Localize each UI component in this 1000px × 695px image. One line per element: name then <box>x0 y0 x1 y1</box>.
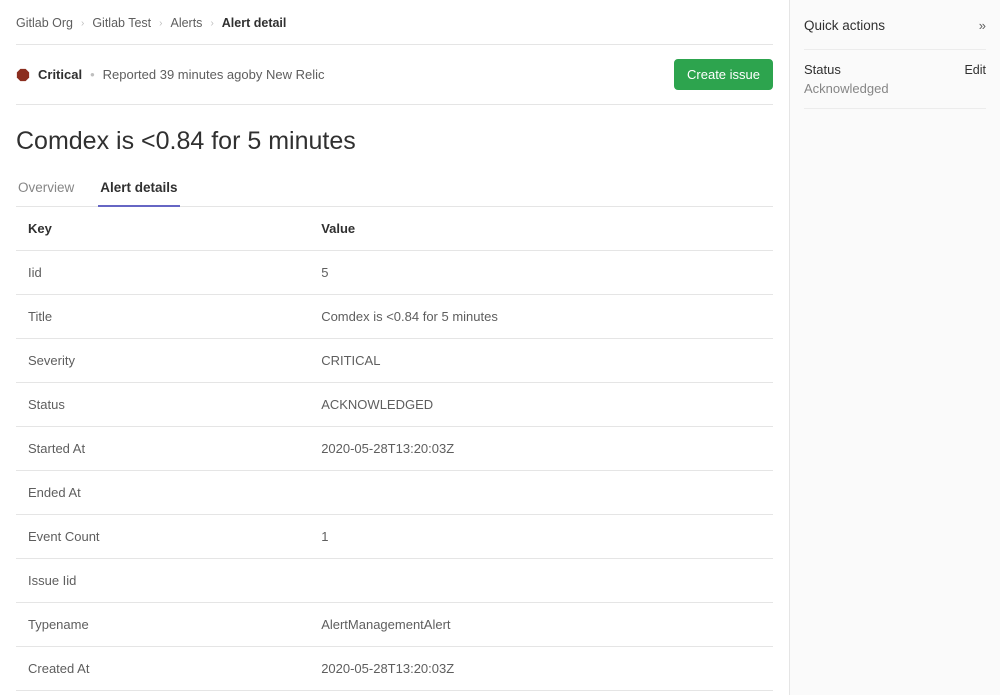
table-header: Key Value <box>16 207 773 251</box>
details-table: Key Value Iid5TitleComdex is <0.84 for 5… <box>16 207 773 695</box>
alert-meta: Critical • Reported 39 minutes agoby New… <box>16 67 324 82</box>
separator-dot: • <box>90 67 95 82</box>
row-key: Iid <box>28 265 321 280</box>
alert-header: Critical • Reported 39 minutes agoby New… <box>16 45 773 105</box>
table-row: Issue Iid <box>16 559 773 603</box>
chevron-right-icon: › <box>159 18 162 29</box>
tabs: Overview Alert details <box>16 170 773 207</box>
breadcrumb-current: Alert detail <box>222 16 287 30</box>
row-key: Status <box>28 397 321 412</box>
sidebar-status-block: Status Edit Acknowledged <box>804 50 986 109</box>
table-row: Created At2020-05-28T13:20:03Z <box>16 647 773 691</box>
table-row: SeverityCRITICAL <box>16 339 773 383</box>
breadcrumb: Gitlab Org › Gitlab Test › Alerts › Aler… <box>16 16 773 45</box>
row-value: 2020-05-28T13:20:03Z <box>321 441 761 456</box>
severity-label: Critical <box>38 67 82 82</box>
table-row: Iid5 <box>16 251 773 295</box>
row-value: 1 <box>321 529 761 544</box>
row-key: Issue Iid <box>28 573 321 588</box>
tab-overview[interactable]: Overview <box>16 170 76 207</box>
table-row: TypenameAlertManagementAlert <box>16 603 773 647</box>
row-key: Ended At <box>28 485 321 500</box>
sidebar-header: Quick actions » <box>804 18 986 50</box>
quick-actions-title: Quick actions <box>804 18 885 33</box>
row-key: Event Count <box>28 529 321 544</box>
table-row: Monitoring ToolNew Relic <box>16 691 773 695</box>
chevron-right-icon: › <box>81 18 84 29</box>
page-title: Comdex is <0.84 for 5 minutes <box>16 105 773 170</box>
table-row: Ended At <box>16 471 773 515</box>
row-key: Title <box>28 309 321 324</box>
table-row: Started At2020-05-28T13:20:03Z <box>16 427 773 471</box>
reported-text: Reported 39 minutes agoby New Relic <box>103 67 325 82</box>
create-issue-button[interactable]: Create issue <box>674 59 773 90</box>
row-value <box>321 485 761 500</box>
header-value: Value <box>321 221 761 236</box>
row-value: 2020-05-28T13:20:03Z <box>321 661 761 676</box>
table-row: StatusACKNOWLEDGED <box>16 383 773 427</box>
breadcrumb-item[interactable]: Alerts <box>170 16 202 30</box>
row-value: ACKNOWLEDGED <box>321 397 761 412</box>
sidebar: Quick actions » Status Edit Acknowledged <box>790 0 1000 695</box>
chevron-right-icon: › <box>210 18 213 29</box>
header-key: Key <box>28 221 321 236</box>
row-value: Comdex is <0.84 for 5 minutes <box>321 309 761 324</box>
row-key: Started At <box>28 441 321 456</box>
row-key: Severity <box>28 353 321 368</box>
row-key: Created At <box>28 661 321 676</box>
breadcrumb-item[interactable]: Gitlab Test <box>92 16 151 30</box>
edit-status-link[interactable]: Edit <box>964 63 986 77</box>
status-value: Acknowledged <box>804 81 986 96</box>
breadcrumb-item[interactable]: Gitlab Org <box>16 16 73 30</box>
row-value: 5 <box>321 265 761 280</box>
main-content: Gitlab Org › Gitlab Test › Alerts › Aler… <box>0 0 790 695</box>
row-value: CRITICAL <box>321 353 761 368</box>
severity-critical-icon <box>16 68 30 82</box>
table-row: Event Count1 <box>16 515 773 559</box>
tab-alert-details[interactable]: Alert details <box>98 170 179 207</box>
row-key: Typename <box>28 617 321 632</box>
row-value <box>321 573 761 588</box>
row-value: AlertManagementAlert <box>321 617 761 632</box>
status-label: Status <box>804 62 841 77</box>
table-row: TitleComdex is <0.84 for 5 minutes <box>16 295 773 339</box>
collapse-icon[interactable]: » <box>979 18 986 33</box>
